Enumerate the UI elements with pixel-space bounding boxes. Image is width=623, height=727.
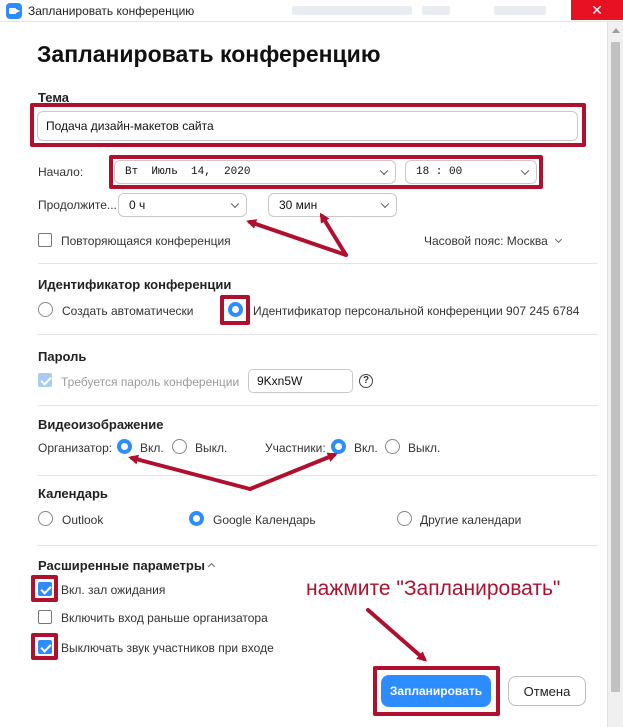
video-host-label: Организатор: [38,441,113,455]
page-title: Запланировать конференцию [37,41,381,67]
meeting-id-personal-radio[interactable] [228,302,243,317]
duration-minutes-select[interactable]: 30 мин [268,193,397,217]
topic-input-value: Подача дизайн-макетов сайта [46,119,214,133]
start-time-value: 18 : 00 [416,166,463,178]
video-host-off-label: Выкл. [195,441,228,455]
start-label: Начало: [38,165,84,179]
duration-hours-value: 0 ч [129,198,146,212]
recurring-checkbox[interactable] [38,233,52,247]
chevron-down-icon [230,199,240,209]
scrollbar-thumb[interactable] [611,42,620,692]
chevron-up-icon[interactable] [207,562,216,571]
video-host-off-radio[interactable] [172,439,187,454]
section-divider [38,545,598,546]
arrow-to-duration-minutes [319,212,348,257]
background-window-blur [494,6,546,15]
duration-label: Продолжите... [38,198,117,212]
calendar-google-label: Google Календарь [213,513,316,527]
scroll-up-arrow-icon[interactable] [612,28,620,33]
help-icon[interactable]: ? [359,374,373,388]
password-required-label: Требуется пароль конференции [61,375,240,389]
background-window-blur [292,6,412,15]
topic-label: Тема [38,90,70,105]
start-date-select[interactable]: Вт Июль 14, 2020 [114,160,396,184]
close-button[interactable]: ✕ [571,0,623,20]
duration-minutes-value: 30 мин [279,198,318,212]
video-participants-label: Участники: [265,441,326,455]
waiting-room-label: Вкл. зал ожидания [61,583,166,597]
meeting-id-personal-label: Идентификатор персональной конференции 9… [253,304,580,318]
start-time-select[interactable]: 18 : 00 [405,160,537,184]
mute-on-entry-checkbox[interactable] [38,640,52,654]
calendar-other-label: Другие календари [420,513,522,527]
section-divider [38,263,598,264]
video-participants-off-radio[interactable] [385,439,400,454]
join-before-host-label: Включить вход раньше организатора [61,611,268,625]
video-host-on-label: Вкл. [140,441,164,455]
annotation-text: нажмите "Запланировать" [306,577,561,600]
arrow-to-duration-hours [246,219,348,257]
advanced-title[interactable]: Расширенные параметры [38,558,205,573]
meeting-id-auto-radio[interactable] [38,302,53,317]
join-before-host-checkbox[interactable] [38,610,52,624]
chevron-down-icon [520,166,530,176]
schedule-button[interactable]: Запланировать [381,675,491,707]
waiting-room-checkbox[interactable] [38,582,52,596]
cancel-button[interactable]: Отмена [508,676,586,706]
chevron-down-icon [554,235,563,244]
calendar-other-radio[interactable] [397,511,412,526]
video-host-on-radio[interactable] [117,439,132,454]
window-title: Запланировать конференцию [28,4,195,18]
video-title: Видеоизображение [38,417,164,432]
meeting-id-title: Идентификатор конференции [38,277,232,292]
password-value: 9Kxn5W [257,374,303,388]
calendar-outlook-label: Outlook [62,513,104,527]
meeting-id-auto-label: Создать автоматически [62,304,194,318]
password-required-checkbox[interactable] [38,373,52,387]
window-titlebar: Запланировать конференцию ✕ [0,0,623,22]
video-participants-off-label: Выкл. [408,441,441,455]
calendar-google-radio[interactable] [189,511,204,526]
section-divider [38,475,598,476]
calendar-title: Календарь [38,486,108,501]
password-input[interactable]: 9Kxn5W [248,369,353,393]
arrow-to-host-video [128,454,252,491]
timezone-select[interactable]: Часовой пояс: Москва [424,234,548,248]
section-divider [38,334,598,335]
recurring-label: Повторяющаяся конференция [61,234,231,248]
chevron-down-icon [379,166,389,176]
vertical-scrollbar[interactable] [607,22,623,727]
topic-input[interactable]: Подача дизайн-макетов сайта [37,111,578,141]
section-divider [38,405,598,406]
chevron-down-icon [380,199,390,209]
zoom-app-icon [6,3,22,19]
video-participants-on-label: Вкл. [354,441,378,455]
arrow-to-participants-video [248,452,338,491]
duration-hours-select[interactable]: 0 ч [118,193,247,217]
calendar-outlook-radio[interactable] [38,511,53,526]
password-title: Пароль [38,349,87,364]
start-date-value: Вт Июль 14, 2020 [125,166,251,178]
arrow-to-schedule-button [366,608,428,662]
mute-on-entry-label: Выключать звук участников при входе [61,641,274,655]
video-participants-on-radio[interactable] [331,439,346,454]
background-window-blur [422,6,450,15]
